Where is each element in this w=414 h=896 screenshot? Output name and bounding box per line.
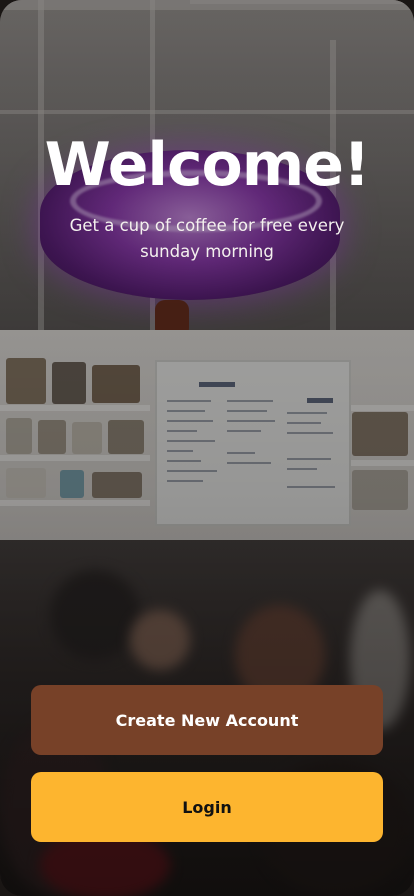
create-account-label: Create New Account [115,710,299,730]
welcome-screen: Welcome! Get a cup of coffee for free ev… [0,0,414,896]
welcome-title: Welcome! [44,130,371,200]
login-button[interactable]: Login [31,772,383,842]
create-account-button[interactable]: Create New Account [31,685,383,755]
welcome-subtitle: Get a cup of coffee for free every sunda… [69,216,345,261]
login-label: Login [182,797,232,817]
